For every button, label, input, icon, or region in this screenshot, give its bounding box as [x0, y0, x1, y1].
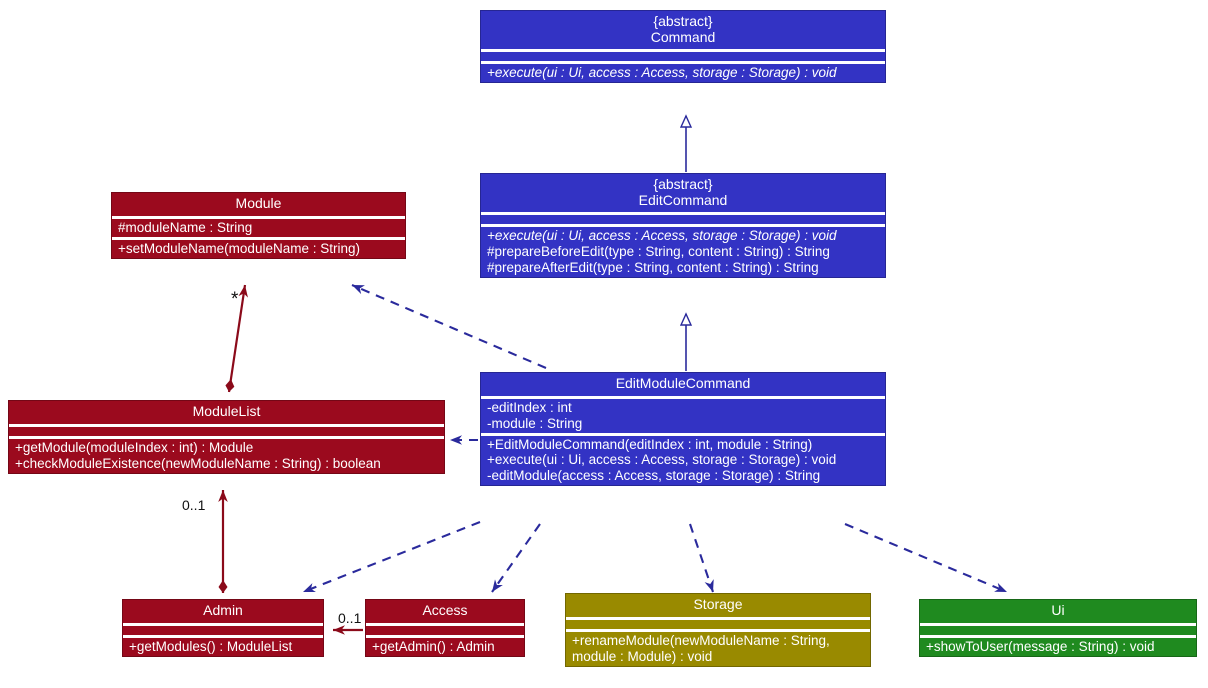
- relationship-edges-layer: [218, 0, 1008, 635]
- class-methods-compartment-modulelist: +getModule(moduleIndex : int) : Module +…: [9, 439, 444, 473]
- class-attributes-compartment-access: [366, 626, 524, 635]
- method-row: +execute(ui : Ui, access : Access, stora…: [487, 65, 837, 81]
- class-name-compartment-access: Access: [366, 600, 524, 623]
- multiplicity-label-modulelist-to-module: *: [231, 289, 239, 310]
- attribute-row: -editIndex : int: [487, 399, 572, 415]
- class-attributes-compartment-ui: [920, 626, 1196, 635]
- class-name-editcommand: EditCommand: [638, 191, 728, 208]
- class-name-access: Access: [422, 602, 468, 618]
- method-row: +execute(ui : Ui, access : Access, stora…: [487, 228, 837, 244]
- method-row: +showToUser(message : String) : void: [926, 638, 1155, 654]
- class-box-ui[interactable]: Ui +showToUser(message : String) : void: [919, 599, 1197, 657]
- method-row: +setModuleName(moduleName : String): [118, 240, 360, 256]
- edge-editmodulecommand-to-admin: [302, 521, 481, 593]
- class-box-storage[interactable]: Storage +renameModule(newModuleName : St…: [565, 593, 871, 667]
- class-name-compartment-editmodulecommand: EditModuleCommand: [481, 373, 885, 396]
- class-box-command[interactable]: {abstract} Command +execute(ui : Ui, acc…: [480, 10, 886, 84]
- uml-class-diagram: {abstract} Command +execute(ui : Ui, acc…: [0, 0, 1208, 688]
- method-row: +renameModule(newModuleName : String, mo…: [572, 632, 830, 664]
- class-attributes-compartment-storage: [566, 620, 870, 629]
- class-methods-compartment-access: +getAdmin() : Admin: [366, 638, 524, 656]
- edge-editmodulecommand-to-ui: [844, 523, 1008, 593]
- attribute-row: -module : String: [487, 415, 583, 431]
- class-name-compartment-editcommand: {abstract} EditCommand: [481, 174, 885, 212]
- method-row: #prepareBeforeEdit(type : String, conten…: [487, 244, 830, 260]
- class-name-command: Command: [650, 28, 716, 45]
- class-attributes-compartment-modulelist: [9, 427, 444, 436]
- class-attributes-compartment-module: #moduleName : String: [112, 219, 405, 237]
- class-box-access[interactable]: Access +getAdmin() : Admin: [365, 599, 525, 657]
- class-attributes-compartment-editcommand: [481, 215, 885, 224]
- class-name-module: Module: [235, 195, 282, 211]
- class-methods-compartment-module: +setModuleName(moduleName : String): [112, 240, 405, 258]
- method-row: +getModule(moduleIndex : int) : Module: [15, 439, 254, 455]
- class-name-editmodulecommand: EditModuleCommand: [615, 375, 751, 391]
- multiplicity-label-access-to-admin: 0..1: [338, 610, 362, 626]
- class-name-storage: Storage: [693, 596, 743, 612]
- edge-editmodulecommand-to-module: [351, 284, 547, 369]
- method-row: #prepareAfterEdit(type : String, content…: [487, 260, 819, 276]
- class-name-compartment-storage: Storage: [566, 594, 870, 617]
- class-name-modulelist: ModuleList: [192, 403, 261, 419]
- class-methods-compartment-editmodulecommand: +EditModuleCommand(editIndex : int, modu…: [481, 436, 885, 486]
- class-box-editcommand[interactable]: {abstract} EditCommand +execute(ui : Ui,…: [480, 173, 886, 279]
- class-name-compartment-modulelist: ModuleList: [9, 401, 444, 424]
- class-methods-compartment-admin: +getModules() : ModuleList: [123, 638, 323, 656]
- class-box-admin[interactable]: Admin +getModules() : ModuleList: [122, 599, 324, 657]
- class-name-compartment-module: Module: [112, 193, 405, 216]
- method-row: +getAdmin() : Admin: [372, 638, 495, 654]
- multiplicity-label-admin-to-modulelist: 0..1: [182, 497, 206, 513]
- class-name-compartment-ui: Ui: [920, 600, 1196, 623]
- class-name-compartment-command: {abstract} Command: [481, 11, 885, 49]
- class-methods-compartment-ui: +showToUser(message : String) : void: [920, 638, 1196, 656]
- class-name-ui: Ui: [1051, 602, 1065, 618]
- class-attributes-compartment-command: [481, 52, 885, 61]
- class-box-editmodulecommand[interactable]: EditModuleCommand -editIndex : int -modu…: [480, 372, 886, 487]
- class-methods-compartment-editcommand: +execute(ui : Ui, access : Access, stora…: [481, 227, 885, 277]
- class-attributes-compartment-admin: [123, 626, 323, 635]
- method-row: +checkModuleExistence(newModuleName : St…: [15, 455, 381, 471]
- method-row: +EditModuleCommand(editIndex : int, modu…: [487, 436, 813, 452]
- class-stereotype-editcommand: {abstract}: [653, 176, 713, 192]
- class-name-compartment-admin: Admin: [123, 600, 323, 623]
- method-row: -editModule(access : Access, storage : S…: [487, 468, 821, 484]
- class-box-module[interactable]: Module #moduleName : String +setModuleNa…: [111, 192, 406, 259]
- class-stereotype-command: {abstract}: [653, 13, 713, 29]
- class-box-modulelist[interactable]: ModuleList +getModule(moduleIndex : int)…: [8, 400, 445, 474]
- method-row: +getModules() : ModuleList: [129, 638, 293, 654]
- class-methods-compartment-storage: +renameModule(newModuleName : String, mo…: [566, 632, 870, 666]
- edge-editmodulecommand-to-access: [491, 523, 541, 593]
- class-methods-compartment-command: +execute(ui : Ui, access : Access, stora…: [481, 64, 885, 82]
- class-name-admin: Admin: [203, 602, 243, 618]
- edge-editmodulecommand-to-storage: [689, 523, 714, 593]
- method-row: +execute(ui : Ui, access : Access, stora…: [487, 452, 837, 468]
- attribute-row: #moduleName : String: [118, 219, 253, 235]
- class-attributes-compartment-editmodulecommand: -editIndex : int -module : String: [481, 399, 885, 433]
